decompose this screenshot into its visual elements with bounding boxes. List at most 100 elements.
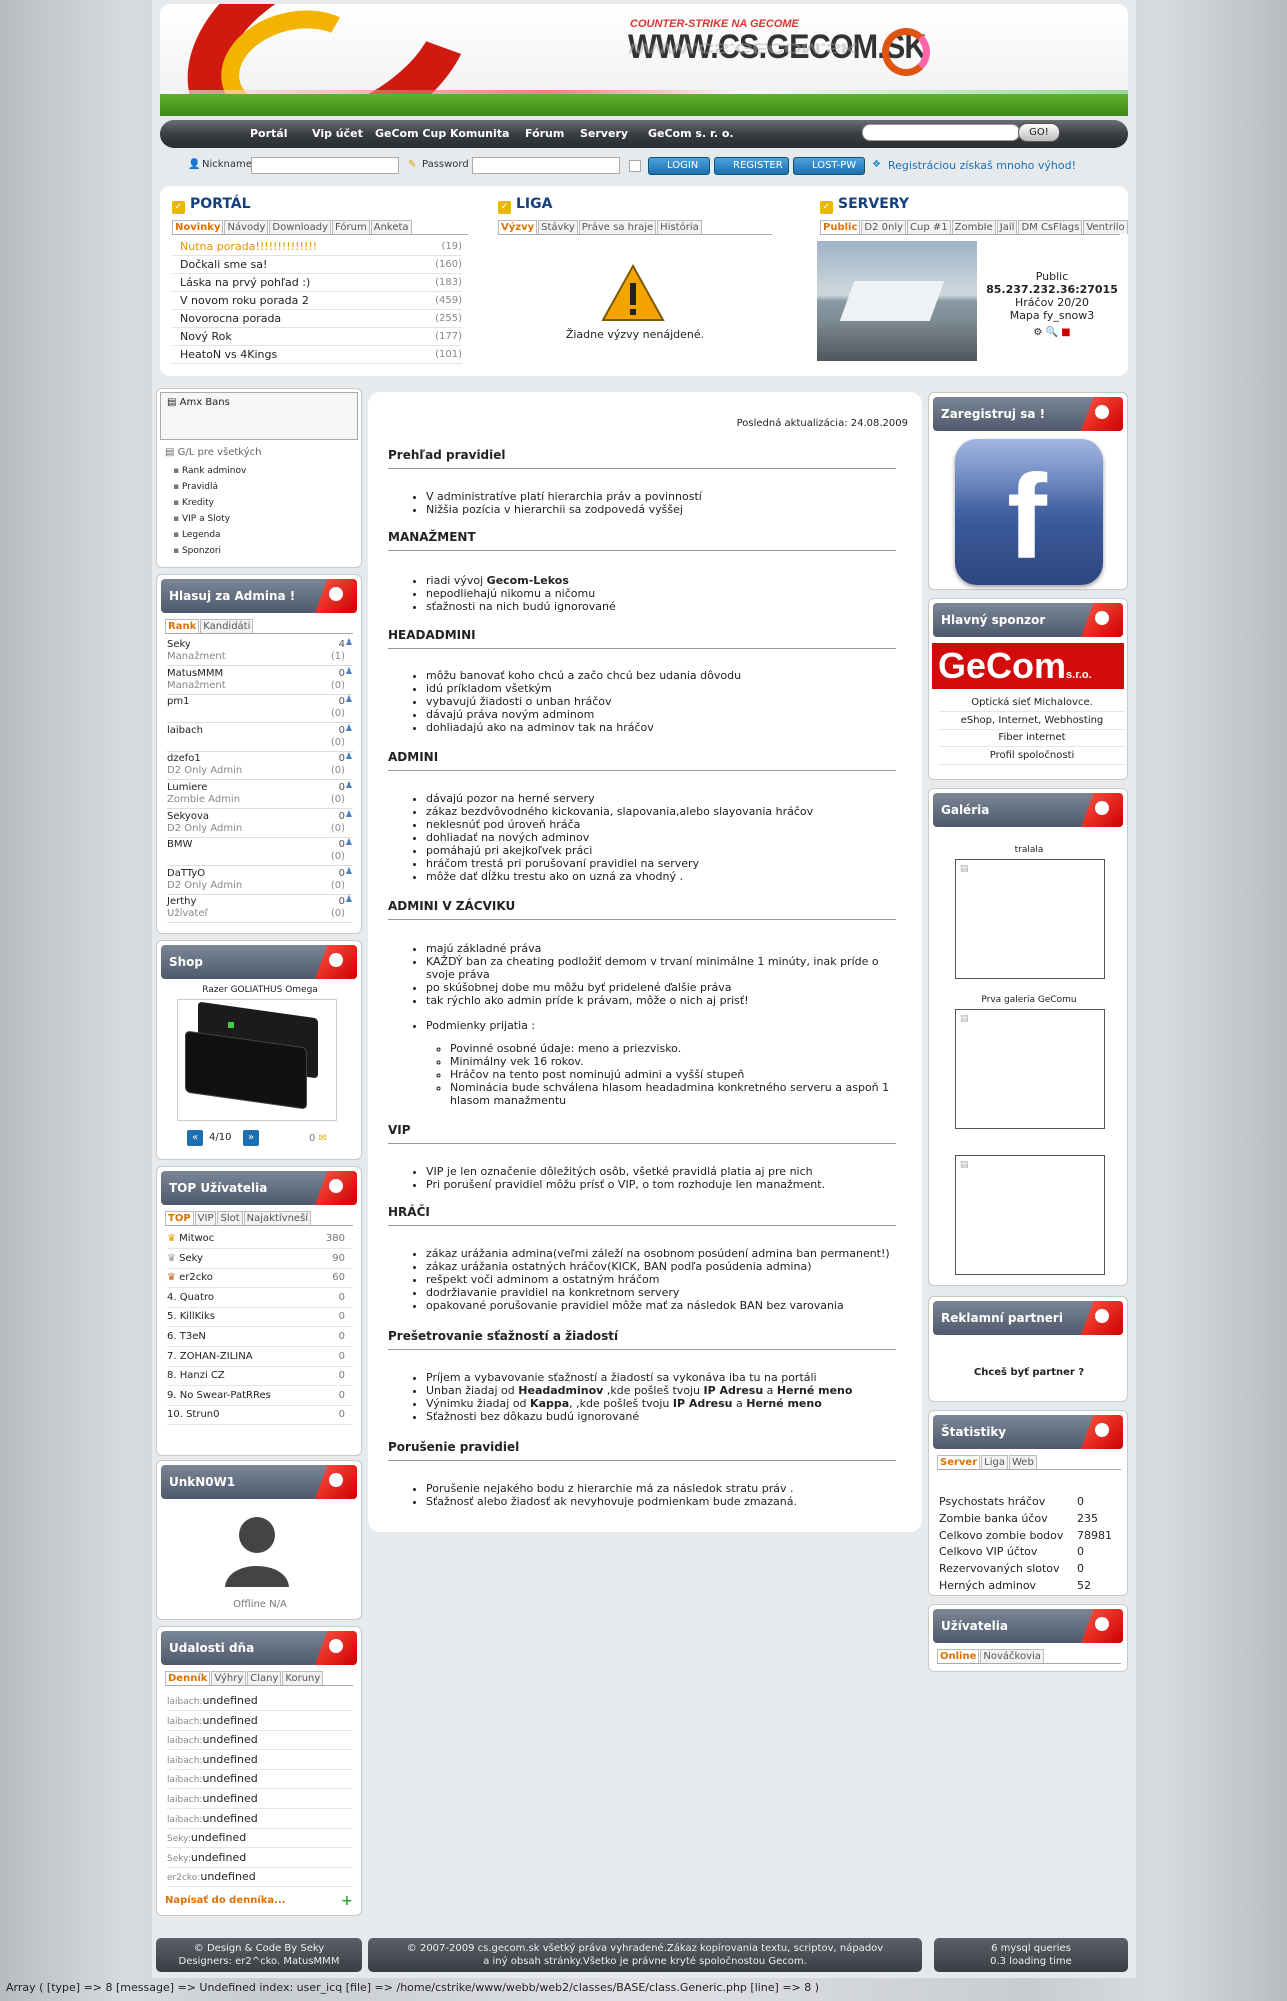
top-user-row[interactable]: 7. ZOHAN-ZILINA 0 (167, 1347, 353, 1367)
tab-online[interactable]: Online (937, 1649, 980, 1663)
tab-dm[interactable]: DM CsFlags (1018, 220, 1083, 234)
top-user-row[interactable]: 5. KillKiks 0 (167, 1307, 353, 1328)
search-go-button[interactable]: GO! (1018, 123, 1060, 142)
tab-historia[interactable]: História (657, 220, 702, 234)
vote-row[interactable]: dzefo1 D2 Only Admin 0 (0) ♟ (167, 751, 353, 781)
top-user-row[interactable]: 8. Hanzi CZ 0 (167, 1366, 353, 1387)
top-user-name[interactable]: 6. T3eN (167, 1331, 206, 1342)
tab-slot[interactable]: Slot (217, 1211, 243, 1225)
tab-d2only[interactable]: D2 0nly (861, 220, 907, 234)
news-title[interactable]: HeatoN vs 4Kings (172, 348, 277, 361)
vote-icon[interactable]: ♟ (345, 810, 353, 820)
tab-public[interactable]: Public (820, 220, 861, 234)
register-promo-link[interactable]: Registráciou získaš mnoho výhod! (888, 159, 1076, 172)
tab-top[interactable]: TOP (165, 1211, 194, 1225)
news-title[interactable]: Nový Rok (172, 330, 232, 343)
tab-vyhry[interactable]: Výhry (211, 1671, 247, 1685)
vote-row[interactable]: Sekyova D2 Only Admin 0 (0) ♟ (167, 809, 353, 838)
sponsor-logo[interactable]: GeComs.r.o. (932, 643, 1124, 689)
nickname-input[interactable] (251, 157, 399, 174)
tab-prave-sa-hraje[interactable]: Práve sa hraje (578, 220, 657, 234)
sponsor-link[interactable]: Optická sieť Michalovce. (939, 695, 1125, 712)
menu-item-3[interactable]: ▪ VIP a Sloty (173, 511, 246, 527)
news-title[interactable]: Nutna porada!!!!!!!!!!!!!! (172, 240, 317, 253)
event-user[interactable]: laibach: (167, 1717, 202, 1727)
nav-komunita[interactable]: Komunita (450, 127, 509, 140)
search-input[interactable] (862, 124, 1020, 141)
nav-portal[interactable]: Portál (250, 127, 288, 140)
event-user[interactable]: laibach: (167, 1775, 202, 1785)
hlsw-icon[interactable]: ■ (1061, 327, 1070, 338)
top-user-name[interactable]: 8. Hanzi CZ (167, 1370, 225, 1381)
news-item[interactable]: Nutna porada!!!!!!!!!!!!!! (19) (172, 238, 462, 256)
top-user-row[interactable]: 6. T3eN 0 (167, 1327, 353, 1347)
top-user-row[interactable]: ♛ er2cko 60 (167, 1268, 353, 1289)
tab-zombie[interactable]: ZombIe (951, 220, 996, 234)
tab-najaktivnejsi[interactable]: Najaktívneší (243, 1211, 312, 1225)
news-item[interactable]: Nový Rok (177) (172, 328, 462, 346)
menu-item-0[interactable]: ▪ Rank adminov (173, 463, 246, 479)
lost-password-button[interactable]: LOST-PW (793, 157, 865, 175)
tab-kandidati[interactable]: Kandidáti (200, 619, 254, 633)
sponsor-link[interactable]: Fiber internet (939, 730, 1125, 747)
vote-icon[interactable]: ♟ (345, 695, 353, 705)
vote-icon[interactable]: ♟ (345, 867, 353, 877)
tab-web[interactable]: Web (1008, 1455, 1037, 1469)
news-title[interactable]: V novom roku porada 2 (172, 294, 309, 307)
amx-bans-link[interactable]: ▤ Amx Bans (160, 392, 358, 440)
next-icon[interactable]: » (243, 1130, 259, 1146)
vote-row[interactable]: Lumiere Zombie Admin 0 (0) ♟ (167, 780, 353, 809)
tab-forum[interactable]: Fórum (332, 220, 370, 234)
top-user-name[interactable]: 5. KillKiks (167, 1311, 215, 1322)
tab-novinky[interactable]: Novinky (172, 220, 224, 234)
top-user-name[interactable]: 4. Quatro (167, 1292, 214, 1303)
gallery-thumb-3[interactable]: ▤ (955, 1155, 1105, 1275)
product-image[interactable] (177, 999, 337, 1121)
facebook-icon[interactable]: f (955, 439, 1103, 585)
news-title[interactable]: Láska na prvý pohľad :) (172, 276, 310, 289)
prev-icon[interactable]: « (187, 1130, 203, 1146)
vote-icon[interactable]: ♟ (345, 895, 353, 905)
tab-navody[interactable]: Návody (224, 220, 269, 234)
top-user-name[interactable]: 7. ZOHAN-ZILINA (167, 1351, 253, 1362)
menu-group[interactable]: ▤ G/L pre všetkých (165, 447, 261, 458)
event-user[interactable]: laibach: (167, 1756, 202, 1766)
top-user-row[interactable]: ♛ Mitwoc 380 (167, 1229, 353, 1249)
become-partner-link[interactable]: Chceš byť partner ? (929, 1367, 1129, 1378)
add-icon[interactable]: + (341, 1893, 353, 1909)
tab-cup1[interactable]: Cup #1 (907, 220, 951, 234)
vote-icon[interactable]: ♟ (345, 724, 353, 734)
zoom-icon[interactable]: 🔍 (1046, 327, 1058, 338)
nav-cup[interactable]: GeCom Cup (375, 127, 446, 140)
nav-vip[interactable]: Vip účet (312, 127, 363, 140)
login-button[interactable]: LOGIN (648, 157, 710, 175)
tab-ventrilo[interactable]: Ventrilo (1083, 220, 1128, 234)
vote-icon[interactable]: ♟ (345, 838, 353, 848)
tab-vyzvy[interactable]: Výzvy (498, 220, 538, 234)
news-item[interactable]: V novom roku porada 2 (459) (172, 292, 462, 310)
vote-icon[interactable]: ♟ (345, 638, 353, 648)
gallery-thumb-2[interactable]: ▤ (955, 1009, 1105, 1129)
event-user[interactable]: laibach: (167, 1697, 202, 1707)
top-user-row[interactable]: 9. No Swear-PatRRes 0 (167, 1386, 353, 1406)
gallery-title-1[interactable]: tralala (929, 845, 1129, 855)
gallery-thumb-1[interactable]: ▤ (955, 859, 1105, 979)
sponsor-link[interactable]: eShop, Internet, Webhosting (939, 713, 1125, 730)
top-user-name[interactable]: 9. No Swear-PatRRes (167, 1390, 271, 1401)
vote-icon[interactable]: ♟ (345, 752, 353, 762)
menu-item-2[interactable]: ▪ Kredity (173, 495, 246, 511)
vote-row[interactable]: pm1 0 (0) ♟ (167, 694, 353, 724)
top-user-row[interactable]: 10. Strun0 0 (167, 1405, 353, 1426)
vote-row[interactable]: Jerthy Užívateľ 0 (0) ♟ (167, 894, 353, 924)
nav-servery[interactable]: Servery (580, 127, 628, 140)
event-user[interactable]: laibach: (167, 1736, 202, 1746)
top-user-name[interactable]: er2cko (179, 1272, 213, 1283)
tab-liga[interactable]: Liga (981, 1455, 1008, 1469)
gallery-title-2[interactable]: Prva galeria GeComu (929, 995, 1129, 1005)
top-user-row[interactable]: ♛ Seky 90 (167, 1249, 353, 1269)
news-item[interactable]: HeatoN vs 4Kings (101) (172, 346, 462, 364)
tab-server[interactable]: Server (937, 1455, 981, 1469)
event-user[interactable]: Seky: (167, 1854, 191, 1864)
nav-gecom[interactable]: GeCom s. r. o. (648, 127, 734, 140)
top-user-row[interactable]: 4. Quatro 0 (167, 1288, 353, 1308)
